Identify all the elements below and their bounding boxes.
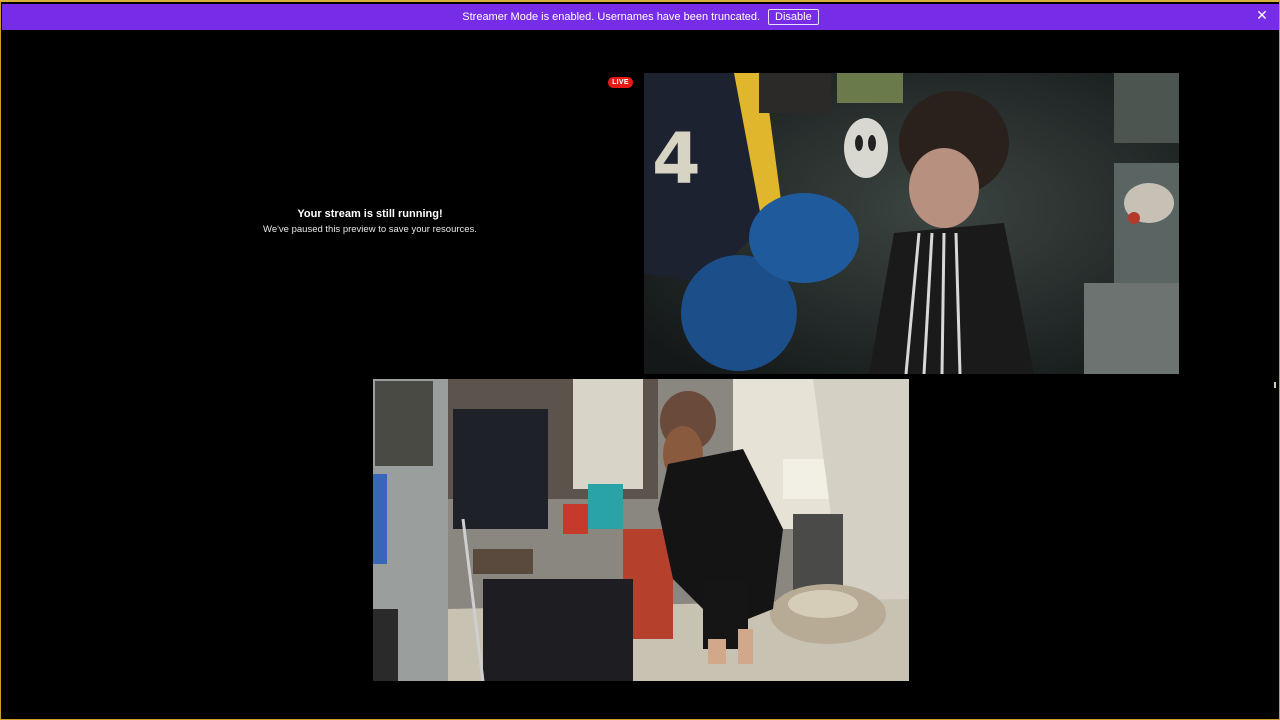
edge-marker xyxy=(1274,382,1276,388)
webcam-top-image: 4 xyxy=(644,73,1179,374)
paused-preview-subtitle: We've paused this preview to save your r… xyxy=(263,224,477,235)
app-window: Streamer Mode is enabled. Usernames have… xyxy=(0,0,1280,720)
webcam-feed-bottom xyxy=(373,379,909,681)
disable-streamer-mode-button[interactable]: Disable xyxy=(768,9,819,25)
webcam-feed-top: 4 xyxy=(644,73,1179,374)
svg-text:4: 4 xyxy=(652,118,701,200)
close-icon[interactable]: ✕ xyxy=(1255,8,1269,22)
streamer-mode-banner: Streamer Mode is enabled. Usernames have… xyxy=(2,4,1279,30)
live-badge: LIVE xyxy=(608,77,633,88)
paused-preview-title: Your stream is still running! xyxy=(297,208,443,220)
streamer-mode-text: Streamer Mode is enabled. Usernames have… xyxy=(462,11,761,23)
paused-preview-notice: Your stream is still running! We've paus… xyxy=(241,208,499,235)
webcam-bottom-image xyxy=(373,379,909,681)
